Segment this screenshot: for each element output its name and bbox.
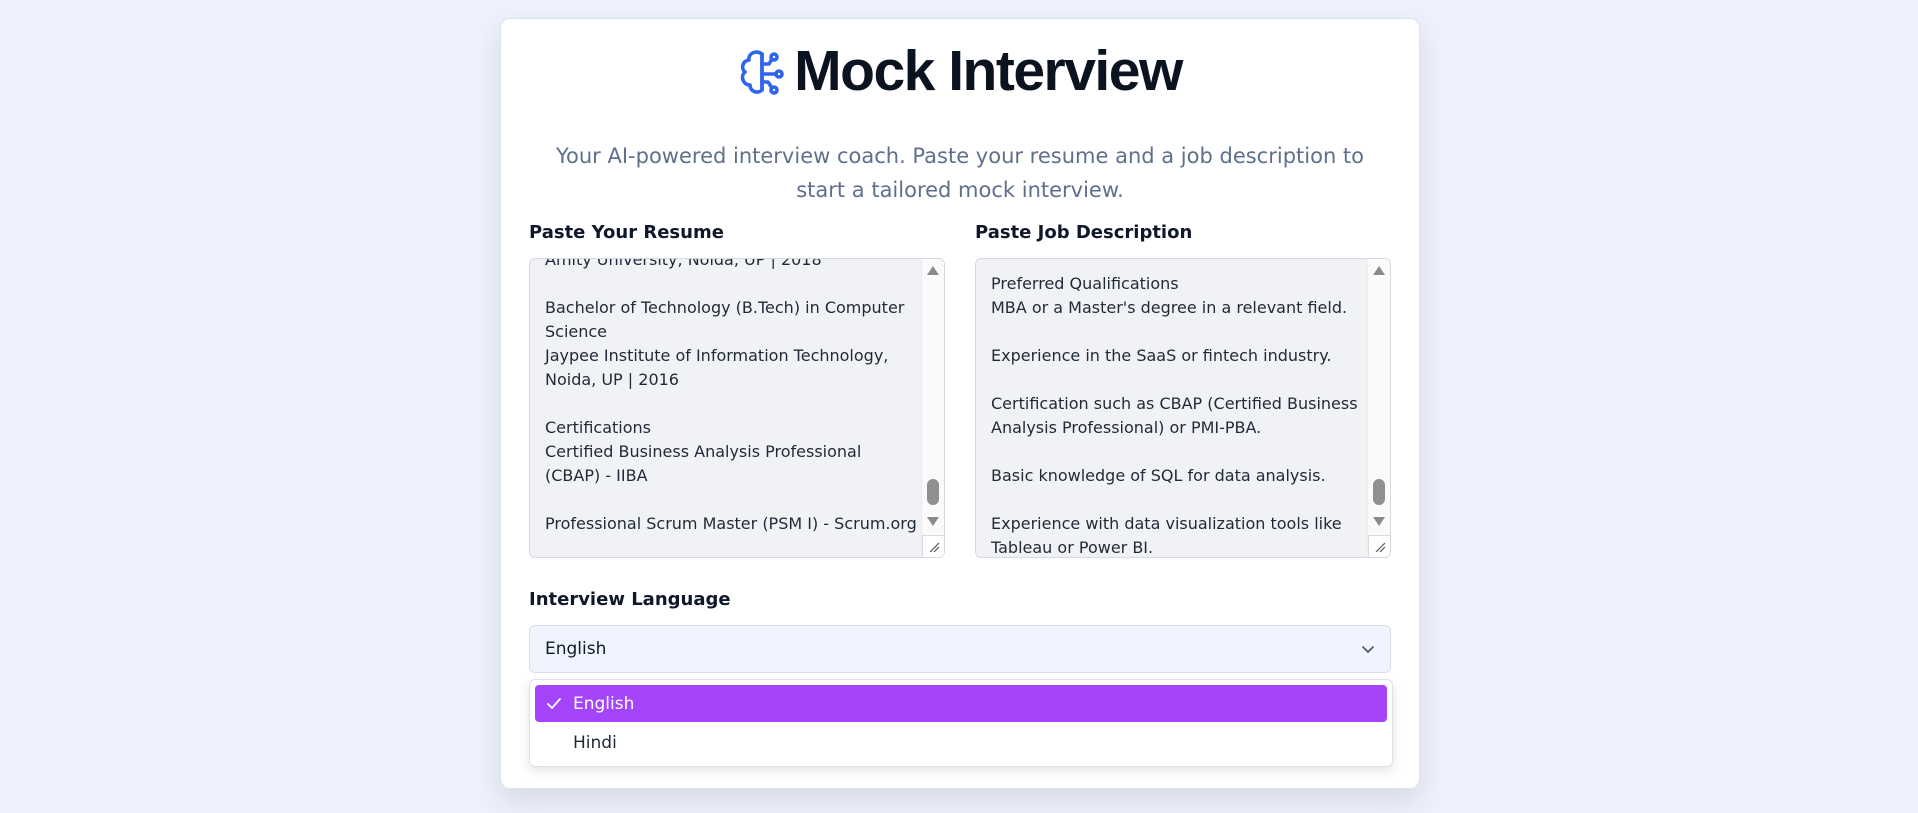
language-dropdown-menu: English Hindi	[529, 679, 1393, 767]
language-option-hindi[interactable]: Hindi	[535, 724, 1387, 761]
job-description-label: Paste Job Description	[975, 222, 1193, 243]
resize-grip-icon[interactable]	[922, 535, 944, 557]
page-title: Mock Interview	[794, 39, 1183, 103]
scroll-up-icon[interactable]	[927, 266, 939, 275]
scroll-down-icon[interactable]	[927, 517, 939, 526]
language-option-label: English	[573, 694, 635, 714]
language-label: Interview Language	[529, 589, 731, 610]
resume-textarea[interactable]: Amity University, Noida, UP | 2018 Bache…	[529, 258, 945, 558]
header: Mock Interview	[501, 43, 1419, 100]
resize-grip-icon[interactable]	[1368, 535, 1390, 557]
language-select[interactable]: English	[529, 625, 1391, 673]
scroll-thumb[interactable]	[927, 479, 939, 505]
resume-label: Paste Your Resume	[529, 222, 724, 243]
scroll-up-icon[interactable]	[1373, 266, 1385, 275]
job-description-scrollbar[interactable]	[1367, 259, 1390, 557]
check-icon	[546, 696, 562, 716]
resume-scrollbar[interactable]	[921, 259, 944, 557]
brain-icon	[738, 48, 784, 96]
chevron-down-icon	[1360, 641, 1376, 661]
scroll-thumb[interactable]	[1373, 479, 1385, 505]
job-description-text: Preferred Qualifications MBA or a Master…	[991, 274, 1358, 557]
language-option-english[interactable]: English	[535, 685, 1387, 722]
job-description-textarea[interactable]: Preferred Qualifications MBA or a Master…	[975, 258, 1391, 558]
scroll-down-icon[interactable]	[1373, 517, 1385, 526]
resume-text: Amity University, Noida, UP | 2018 Bache…	[545, 258, 917, 533]
page-subtitle: Your AI-powered interview coach. Paste y…	[555, 144, 1365, 202]
setup-card: Mock Interview Your AI-powered interview…	[500, 18, 1420, 789]
language-select-value: English	[545, 639, 607, 659]
language-option-label: Hindi	[573, 733, 617, 753]
